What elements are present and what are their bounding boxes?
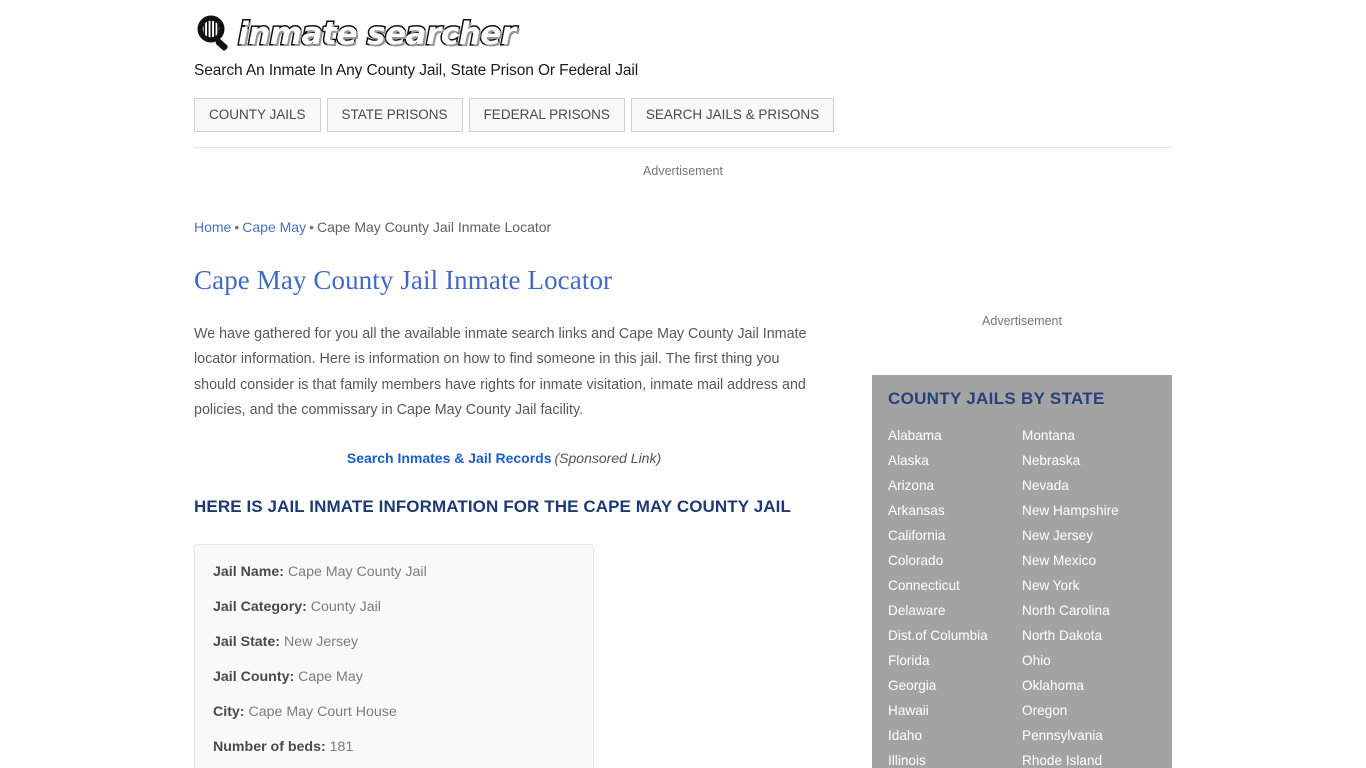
state-column-left: Alabama Alaska Arizona Arkansas Californ… [888, 423, 1022, 768]
site-tagline: Search An Inmate In Any County Jail, Sta… [194, 62, 639, 79]
state-link-hawaii[interactable]: Hawaii [888, 698, 1022, 723]
nav-item-federal-prisons[interactable]: FEDERAL PRISONS [468, 98, 625, 132]
state-link-arkansas[interactable]: Arkansas [888, 498, 1022, 523]
state-link-new-jersey[interactable]: New Jersey [1022, 523, 1156, 548]
info-value: Cape May [298, 668, 363, 685]
info-label: Jail Name: [213, 563, 284, 580]
jail-info-box: Jail Name: Cape May County Jail Jail Cat… [194, 543, 594, 768]
info-label: Jail County: [213, 668, 295, 685]
header-divider [194, 147, 1172, 148]
state-link-delaware[interactable]: Delaware [888, 598, 1022, 623]
info-row-number-of-beds: Number of beds: 181 [213, 738, 575, 756]
state-link-new-mexico[interactable]: New Mexico [1022, 548, 1156, 573]
state-link-north-dakota[interactable]: North Dakota [1022, 623, 1156, 648]
state-link-new-hampshire[interactable]: New Hampshire [1022, 498, 1156, 523]
state-link-pennsylvania[interactable]: Pennsylvania [1022, 723, 1156, 748]
state-link-oklahoma[interactable]: Oklahoma [1022, 673, 1156, 698]
info-label: Jail State: [213, 633, 281, 650]
info-value: County Jail [310, 598, 381, 615]
info-row-jail-category: Jail Category: County Jail [213, 598, 575, 616]
info-label: Number of beds: [213, 738, 326, 755]
info-label: Jail Category: [213, 598, 307, 615]
state-column-right: Montana Nebraska Nevada New Hampshire Ne… [1022, 423, 1156, 768]
state-link-dist-of-columbia[interactable]: Dist.of Columbia [888, 623, 1022, 648]
sponsored-link[interactable]: Search Inmates & Jail Records [347, 450, 552, 466]
page-root: inmate searcher Search An Inmate In Any … [0, 0, 1366, 768]
state-link-colorado[interactable]: Colorado [888, 548, 1022, 573]
info-row-city: City: Cape May Court House [213, 703, 575, 721]
state-link-ohio[interactable]: Ohio [1022, 648, 1156, 673]
nav-item-search-jails-prisons[interactable]: SEARCH JAILS & PRISONS [630, 98, 835, 132]
section-heading: HERE IS JAIL INMATE INFORMATION FOR THE … [194, 496, 791, 516]
top-advertisement-label: Advertisement [643, 164, 723, 178]
magnifier-prison-bars-icon [194, 13, 236, 55]
info-row-jail-name: Jail Name: Cape May County Jail [213, 563, 575, 581]
info-value: 181 [329, 738, 354, 755]
info-value: Cape May Court House [248, 703, 397, 720]
breadcrumb-link-cape-may[interactable]: Cape May [242, 219, 306, 235]
nav-item-county-jails[interactable]: COUNTY JAILS [194, 98, 321, 132]
state-link-grid: Alabama Alaska Arizona Arkansas Californ… [888, 423, 1156, 768]
breadcrumb-current: Cape May County Jail Inmate Locator [316, 219, 552, 235]
state-link-alabama[interactable]: Alabama [888, 423, 1022, 448]
state-link-montana[interactable]: Montana [1022, 423, 1156, 448]
state-link-nebraska[interactable]: Nebraska [1022, 448, 1156, 473]
state-link-california[interactable]: California [888, 523, 1022, 548]
state-link-north-carolina[interactable]: North Carolina [1022, 598, 1156, 623]
info-row-jail-state: Jail State: New Jersey [213, 633, 575, 651]
site-logo-text: inmate searcher [237, 15, 518, 54]
state-link-idaho[interactable]: Idaho [888, 723, 1022, 748]
main-content: Cape May County Jail Inmate Locator We h… [194, 262, 814, 768]
breadcrumb: Home • Cape May • Cape May County Jail Inmat… [194, 219, 551, 235]
state-link-oregon[interactable]: Oregon [1022, 698, 1156, 723]
sponsored-link-note: (Sponsored Link) [554, 449, 662, 466]
intro-paragraph: We have gathered for you all the availab… [194, 326, 807, 419]
breadcrumb-link-home[interactable]: Home [194, 219, 231, 235]
state-link-georgia[interactable]: Georgia [888, 673, 1022, 698]
info-label: City: [213, 703, 245, 720]
state-link-connecticut[interactable]: Connecticut [888, 573, 1022, 598]
sidebar-advertisement-label: Advertisement [982, 314, 1062, 328]
state-link-new-york[interactable]: New York [1022, 573, 1156, 598]
state-link-nevada[interactable]: Nevada [1022, 473, 1156, 498]
sidebar-title: COUNTY JAILS BY STATE [888, 389, 1105, 408]
state-link-florida[interactable]: Florida [888, 648, 1022, 673]
main-navigation: COUNTY JAILS STATE PRISONS FEDERAL PRISO… [194, 98, 835, 132]
page-title: Cape May County Jail Inmate Locator [194, 265, 613, 295]
site-logo[interactable]: inmate searcher [194, 12, 1172, 56]
breadcrumb-separator: • [234, 219, 240, 235]
state-link-arizona[interactable]: Arizona [888, 473, 1022, 498]
info-value: New Jersey [283, 633, 359, 650]
sponsored-link-row: Search Inmates & Jail Records (Sponsored … [194, 450, 814, 466]
breadcrumb-separator: • [309, 219, 314, 235]
state-link-alaska[interactable]: Alaska [888, 448, 1022, 473]
state-link-illinois[interactable]: Illinois [888, 748, 1022, 768]
site-header: inmate searcher Search An Inmate In Any … [194, 12, 1172, 80]
info-value: Cape May County Jail [287, 563, 427, 580]
sidebar-county-jails-by-state: COUNTY JAILS BY STATE Alabama Alaska Ari… [872, 375, 1172, 768]
state-link-rhode-island[interactable]: Rhode Island [1022, 748, 1156, 768]
info-row-jail-county: Jail County: Cape May [213, 668, 575, 686]
nav-item-state-prisons[interactable]: STATE PRISONS [326, 98, 463, 132]
